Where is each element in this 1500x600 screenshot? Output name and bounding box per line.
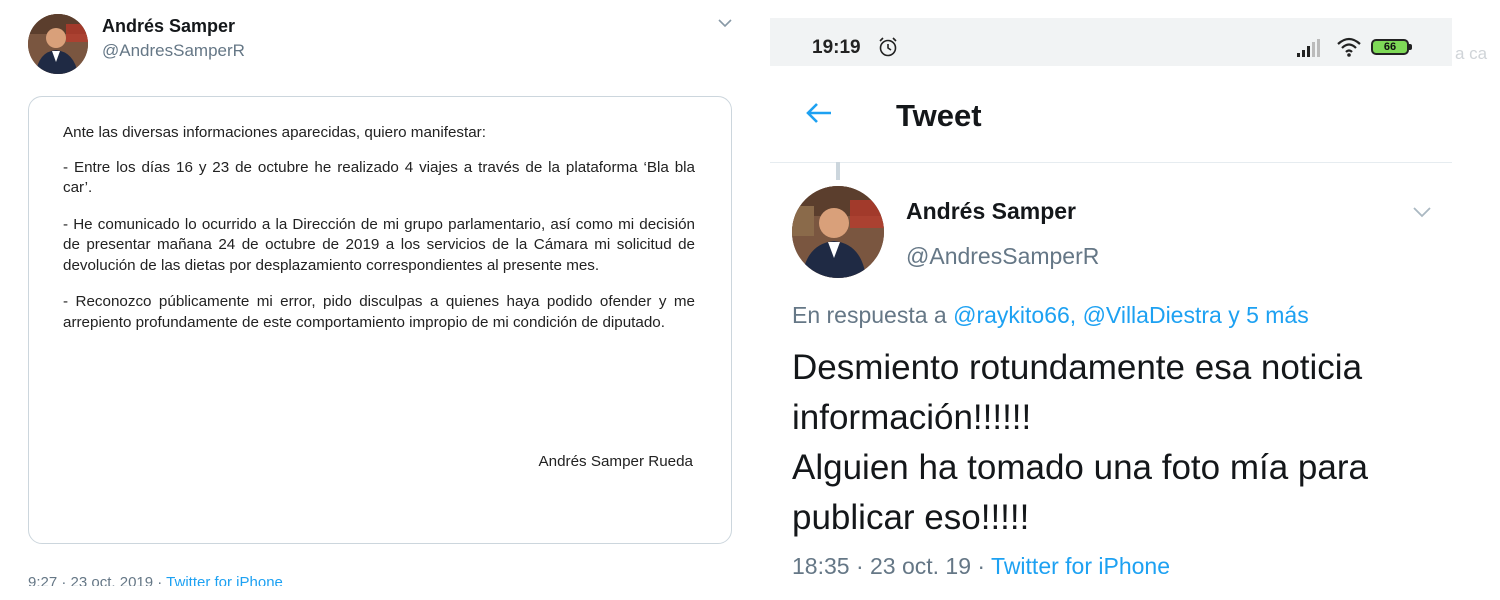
chevron-down-icon[interactable]	[1410, 202, 1434, 222]
author-avatar[interactable]	[792, 186, 884, 278]
tweet-text-line: Desmiento rotundamente esa noticia	[792, 348, 1363, 387]
author-avatar[interactable]	[28, 14, 88, 74]
reply-mentions-link[interactable]: @raykito66, @VillaDiestra y 5 más	[953, 302, 1309, 328]
author-handle[interactable]: @AndresSamperR	[906, 243, 1099, 270]
tweet-source-link[interactable]: Twitter for iPhone	[166, 576, 283, 586]
chevron-down-icon[interactable]	[716, 14, 734, 32]
back-arrow-icon[interactable]	[804, 98, 834, 128]
status-bar: 19:19 66	[770, 18, 1452, 66]
letter-image[interactable]: Ante las diversas informaciones aparecid…	[28, 96, 732, 544]
tweet-meta: 18:35 · 23 oct. 19 · Twitter for iPhone	[792, 553, 1170, 580]
tweet-text-line: Alguien ha tomado una foto mía para	[792, 448, 1368, 487]
battery-icon: 66	[1371, 39, 1412, 55]
letter-text: Ante las diversas informaciones aparecid…	[63, 123, 695, 349]
letter-paragraph: - Reconozco públicamente mi error, pido …	[63, 293, 695, 331]
app-header: Tweet	[770, 66, 1452, 163]
author-name[interactable]: Andrés Samper	[906, 198, 1076, 225]
thread-connector	[836, 162, 840, 180]
cropped-edge-text: a ca	[1455, 44, 1488, 63]
author-name[interactable]: Andrés Samper	[102, 16, 235, 37]
letter-paragraph: - He comunicado lo ocurrido a la Direcci…	[63, 215, 695, 274]
desktop-tweet: Andrés Samper @AndresSamperR Ante las di…	[0, 0, 760, 600]
mobile-tweet-screen: 19:19 66 Tweet Andrés Samper @AndresSamp…	[770, 18, 1452, 584]
reply-context: En respuesta a @raykito66, @VillaDiestra…	[792, 302, 1309, 329]
tweet-meta: 9:27 · 23 oct. 2019 · Twitter for iPhone	[28, 576, 283, 586]
tweet-text-line: información!!!!!!	[792, 398, 1032, 437]
alarm-icon	[879, 37, 897, 57]
tweet-timestamp[interactable]: 9:27 · 23 oct. 2019 ·	[28, 576, 166, 586]
reply-prefix: En respuesta a	[792, 302, 954, 328]
page-title: Tweet	[896, 98, 982, 133]
tweet-timestamp[interactable]: 18:35 · 23 oct. 19 ·	[792, 553, 991, 579]
letter-paragraph: - Entre los días 16 y 23 de octubre he r…	[63, 158, 695, 197]
tweet-text-line: publicar eso!!!!!	[792, 498, 1030, 537]
tweet-source-link[interactable]: Twitter for iPhone	[991, 553, 1170, 579]
status-time: 19:19	[812, 37, 861, 58]
author-handle[interactable]: @AndresSamperR	[102, 41, 245, 61]
signal-icon	[1297, 39, 1320, 57]
wifi-icon	[1337, 37, 1361, 57]
letter-signature: Andrés Samper Rueda	[538, 453, 694, 470]
tweet-text: Desmiento rotundamente esa noticia infor…	[792, 343, 1442, 543]
letter-intro: Ante las diversas informaciones aparecid…	[63, 124, 486, 141]
